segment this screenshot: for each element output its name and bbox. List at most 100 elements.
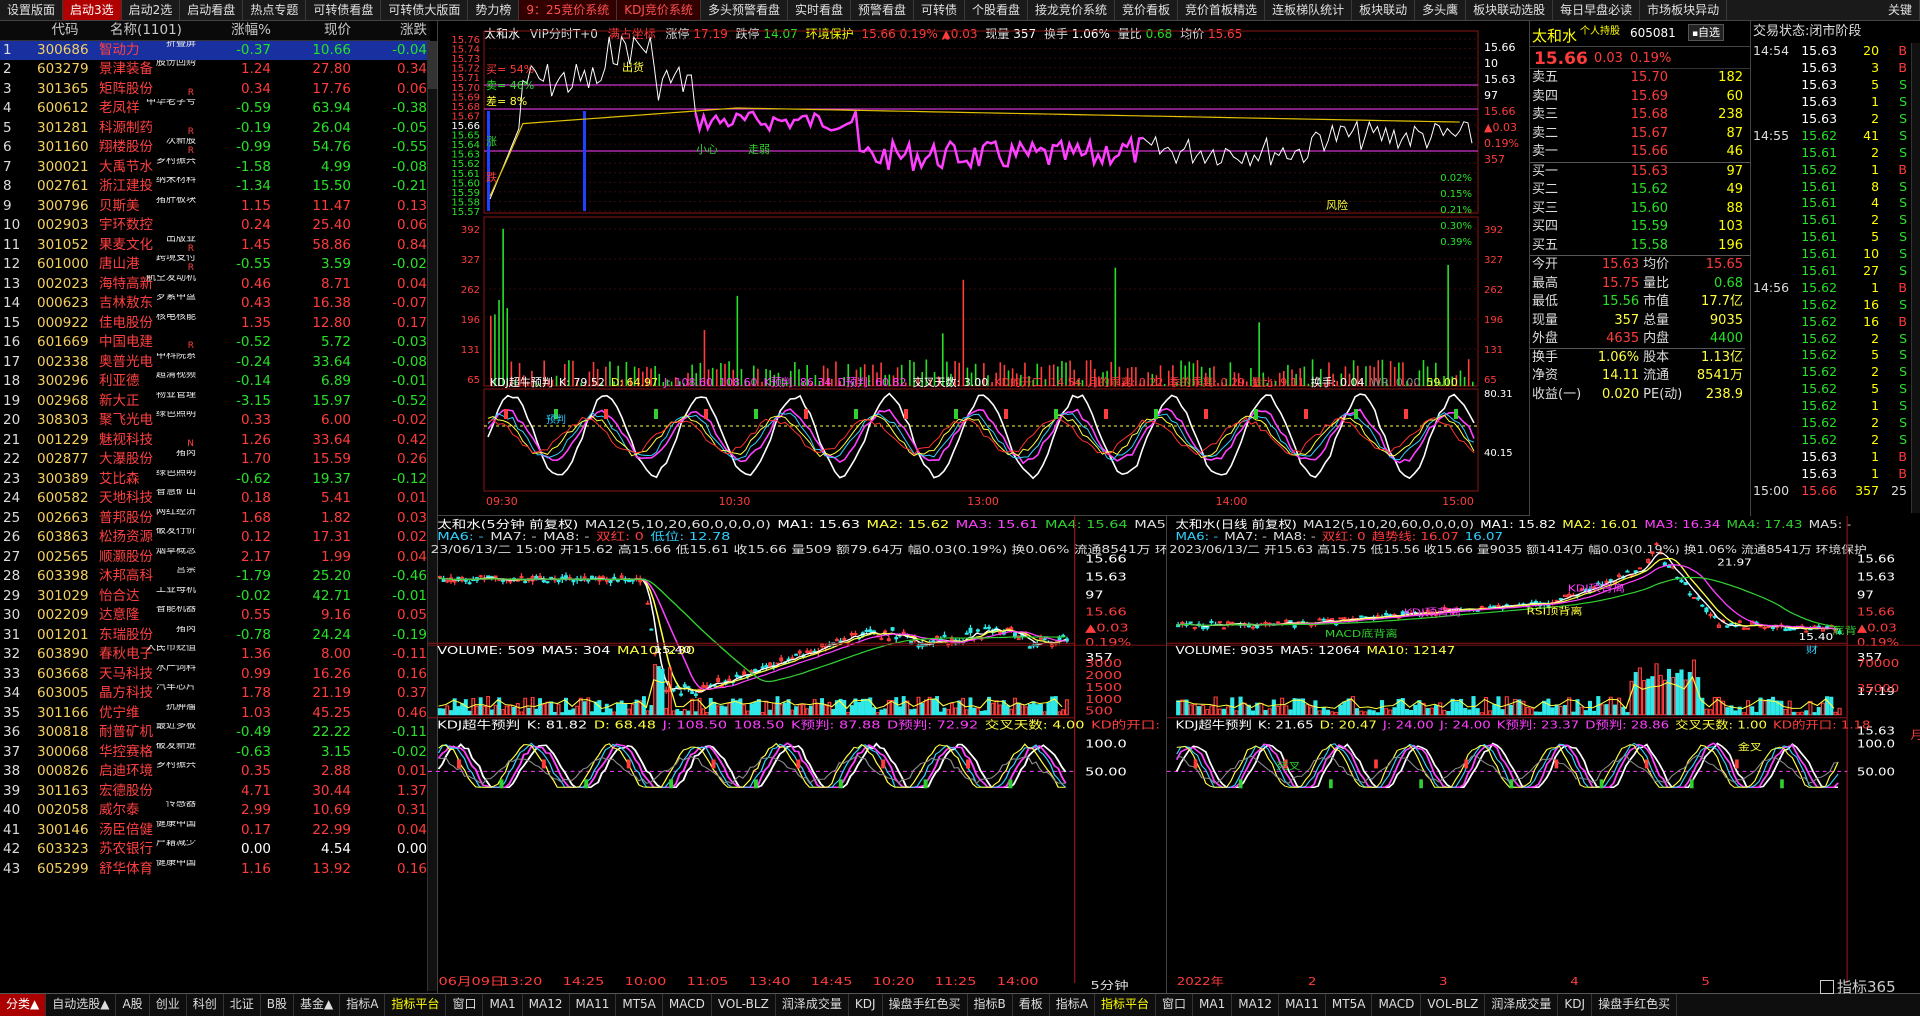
top-tab-11[interactable]: 实时看盘 <box>788 0 851 20</box>
order-level[interactable]: 买一 15.63 97 <box>1530 163 1745 182</box>
tick-scrollbar[interactable] <box>1911 43 1920 513</box>
bottom-tab-1[interactable]: 自动选股▲ <box>46 994 117 1016</box>
bottom-tab-17[interactable]: 润泽成交量 <box>776 994 849 1016</box>
table-row[interactable]: 29 301029 怡合达 工业母机 -0.02 42.71 -0.01 <box>0 587 430 607</box>
table-row[interactable]: 1 300686 智动力 折叠屏 -0.37 10.66 -0.04 <box>0 40 430 60</box>
column-header-2[interactable]: 名称(1101) <box>96 21 196 41</box>
table-row[interactable]: 4 600612 老凤祥 中华老字号 -0.59 63.94 -0.38 <box>0 99 430 119</box>
table-row[interactable]: 40 002058 威尔泰 传感器 2.99 10.69 0.31 <box>0 801 430 821</box>
bottom-tab-20[interactable]: 指标B <box>968 994 1013 1016</box>
column-header-0[interactable] <box>0 21 34 41</box>
top-tab-21[interactable]: 板块联动选股 <box>1466 0 1554 20</box>
table-row[interactable]: 14 000623 吉林敖东 罗素中盘 0.43 16.38 -0.07 <box>0 294 430 314</box>
table-row[interactable]: 5 301281 科源制药 R -0.19 26.04 -0.05 <box>0 119 430 139</box>
table-row[interactable]: 13 002023 海特高新 航空发动机 0.46 8.71 0.04 <box>0 275 430 295</box>
top-tab-7[interactable]: 势力榜 <box>468 0 520 20</box>
bottom-tab-7[interactable]: 基金▲ <box>294 994 341 1016</box>
table-row[interactable]: 21 001229 魅视科技 N 1.26 33.64 0.42 <box>0 431 430 451</box>
table-row[interactable]: 10 002903 宇环数控 0.24 25.40 0.06 <box>0 216 430 236</box>
table-row[interactable]: 19 002968 新大正 物业管理 -3.15 15.97 -0.52 <box>0 392 430 412</box>
bottom-tab-24[interactable]: 窗口 <box>1156 994 1194 1016</box>
table-row[interactable]: 38 000826 启迪环境 乡村振兴 0.35 2.88 0.01 <box>0 762 430 782</box>
table-row[interactable]: 20 308303 聚飞光电 绿色照明 0.33 6.00 -0.02 <box>0 411 430 431</box>
bottom-tab-32[interactable]: KDJ <box>1558 994 1593 1016</box>
table-row[interactable]: 36 300818 耐普矿机 最近多板 -0.49 22.22 -0.11 <box>0 723 430 743</box>
bottom-tab-4[interactable]: 科创 <box>187 994 224 1016</box>
bottom-tab-5[interactable]: 北证 <box>224 994 261 1016</box>
add-watch-button[interactable]: ▪自选 <box>1688 24 1724 41</box>
bottom-tab-2[interactable]: A股 <box>116 994 150 1016</box>
top-tab-12[interactable]: 预警看盘 <box>851 0 914 20</box>
bottom-tab-33[interactable]: 操盘手红色买 <box>1592 994 1678 1016</box>
table-row[interactable]: 25 002663 普邦股份 网红经济 1.68 1.82 0.03 <box>0 509 430 529</box>
bottom-tab-25[interactable]: MA1 <box>1193 994 1233 1016</box>
top-tab-16[interactable]: 竞价看板 <box>1115 0 1179 20</box>
order-level[interactable]: 卖一 15.66 46 <box>1530 143 1745 162</box>
table-row[interactable]: 34 603005 晶方科技 汽车芯片 1.78 21.19 0.37 <box>0 684 430 704</box>
bottom-tab-22[interactable]: 指标A <box>1050 994 1095 1016</box>
table-row[interactable]: 6 301160 翔楼股份 次新股 R -0.99 54.76 -0.55 <box>0 138 430 158</box>
table-row[interactable]: 43 605299 舒华体育 健康中国 1.16 13.92 0.16 <box>0 860 430 880</box>
table-row[interactable]: 17 002338 奥普光电 中科院系 -0.24 33.64 -0.08 <box>0 353 430 373</box>
bottom-tab-27[interactable]: MA11 <box>1279 994 1326 1016</box>
bottom-tab-21[interactable]: 看板 <box>1013 994 1050 1016</box>
table-row[interactable]: 7 300021 大禹节水 乡村振兴 -1.58 4.99 -0.08 <box>0 158 430 178</box>
bottom-tab-8[interactable]: 指标A <box>340 994 386 1016</box>
table-row[interactable]: 42 603323 苏农银行 户籍减少 0.00 4.54 0.00 <box>0 840 430 860</box>
table-row[interactable]: 39 301163 宏德股份 4.71 30.44 1.37 <box>0 782 430 802</box>
bottom-tab-11[interactable]: MA1 <box>483 994 523 1016</box>
top-tab-8[interactable]: 9：25竞价系统 <box>519 0 618 20</box>
order-level[interactable]: 买五 15.58 196 <box>1530 237 1745 256</box>
bottom-tab-0[interactable]: 分类▲ <box>0 994 47 1016</box>
top-tab-20[interactable]: 多头鹰 <box>1415 0 1467 20</box>
table-row[interactable]: 41 300146 汤臣倍健 健康中国 0.17 22.99 0.04 <box>0 821 430 841</box>
close-button[interactable]: 关键 <box>1881 0 1920 20</box>
column-header-1[interactable]: 代码 <box>34 21 96 41</box>
bottom-tab-16[interactable]: VOL-BLZ <box>712 994 776 1016</box>
top-tab-5[interactable]: 可转债看盘 <box>306 0 382 20</box>
top-tab-15[interactable]: 接龙竞价系统 <box>1028 0 1116 20</box>
table-row[interactable]: 26 603863 松扬资源 破发行价 0.12 17.31 0.02 <box>0 528 430 548</box>
table-row[interactable]: 31 001201 东瑞股份 猪肉 -0.78 24.24 -0.19 <box>0 626 430 646</box>
top-tab-14[interactable]: 个股看盘 <box>965 0 1029 20</box>
bottom-tab-19[interactable]: 操盘手红色买 <box>883 994 968 1016</box>
bottom-tab-28[interactable]: MT5A <box>1326 994 1373 1016</box>
top-tab-4[interactable]: 热点专题 <box>243 0 307 20</box>
table-row[interactable]: 22 002877 大瀑股份 猪肉 1.70 15.59 0.26 <box>0 450 430 470</box>
table-row[interactable]: 9 300796 贝斯美 猪肝板块 1.15 11.47 0.13 <box>0 197 430 217</box>
bottom-tab-3[interactable]: 创业 <box>150 994 187 1016</box>
top-tab-18[interactable]: 连板梯队统计 <box>1265 0 1353 20</box>
bottom-tab-30[interactable]: VOL-BLZ <box>1421 994 1486 1016</box>
bottom-tab-29[interactable]: MACD <box>1372 994 1422 1016</box>
order-level[interactable]: 买三 15.60 88 <box>1530 200 1745 219</box>
order-level[interactable]: 卖三 15.68 238 <box>1530 106 1745 125</box>
table-row[interactable]: 15 000922 佳电股份 核电核能 1.35 12.80 0.17 <box>0 314 430 334</box>
table-row[interactable]: 11 301052 果麦文化 出版业 R 1.45 58.86 0.84 <box>0 236 430 256</box>
bottom-tab-26[interactable]: MA12 <box>1232 994 1280 1016</box>
table-row[interactable]: 2 603279 景津装备 股份回购 1.24 27.80 0.34 <box>0 60 430 80</box>
top-tab-1[interactable]: 启动3选 <box>63 0 122 20</box>
top-tab-19[interactable]: 板块联动 <box>1352 0 1416 20</box>
top-tab-0[interactable]: 设置版面 <box>0 0 64 20</box>
bottom-tab-18[interactable]: KDJ <box>849 994 883 1016</box>
table-row[interactable]: 8 002761 浙江建投 纳米材料 -1.34 15.50 -0.21 <box>0 177 430 197</box>
top-tab-2[interactable]: 启动2选 <box>122 0 181 20</box>
bottom-tab-14[interactable]: MT5A <box>616 994 663 1016</box>
table-row[interactable]: 16 601669 中国电建 R -0.52 5.72 -0.03 <box>0 333 430 353</box>
bottom-tab-9[interactable]: 指标平台 <box>385 994 447 1016</box>
table-row[interactable]: 3 301365 矩阵股份 R 0.34 17.76 0.06 <box>0 80 430 100</box>
order-level[interactable]: 卖四 15.69 60 <box>1530 88 1745 107</box>
top-tab-17[interactable]: 竞价首板精选 <box>1178 0 1266 20</box>
column-header-5[interactable]: 涨跌 <box>354 21 430 41</box>
table-row[interactable]: 12 601000 唐山港 跨境支付 R -0.55 3.59 -0.02 <box>0 255 430 275</box>
bottom-tab-15[interactable]: MACD <box>663 994 712 1016</box>
intraday-chart[interactable]: 15.7615.7415.7315.7215.7115.7015.6915.68… <box>438 21 1530 516</box>
bottom-tab-12[interactable]: MA12 <box>523 994 570 1016</box>
top-tab-9[interactable]: KDJ竞价系统 <box>617 0 701 20</box>
top-tab-3[interactable]: 启动看盘 <box>180 0 244 20</box>
column-header-4[interactable]: 现价 <box>274 21 354 41</box>
table-row[interactable]: 18 300296 利亚德 超清视频 -0.14 6.89 -0.01 <box>0 372 430 392</box>
table-row[interactable]: 32 603890 春秋电子 人民币贬值 1.36 8.00 -0.11 <box>0 645 430 665</box>
bottom-tab-31[interactable]: 润泽成交量 <box>1485 994 1559 1016</box>
top-tab-13[interactable]: 可转债 <box>914 0 965 20</box>
